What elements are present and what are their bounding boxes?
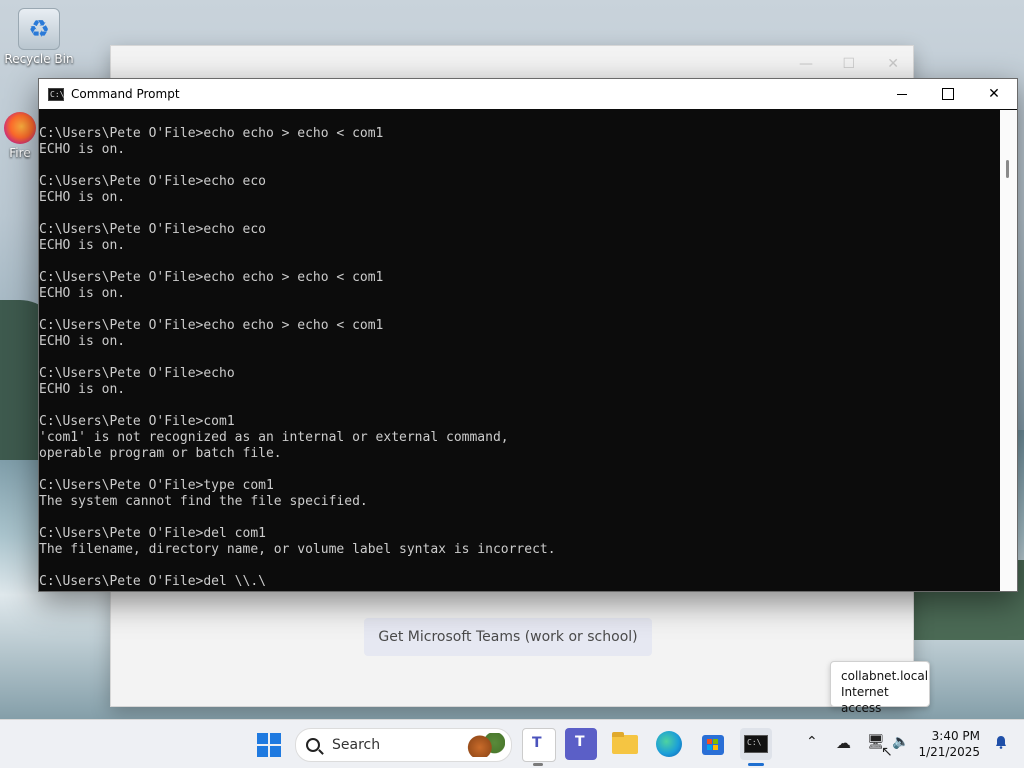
- teams-work-icon[interactable]: T: [565, 728, 597, 760]
- console-line: ECHO is on.: [39, 238, 126, 253]
- command-prompt-app-icon: C:\: [48, 87, 65, 101]
- console-line: C:\Users\Pete O'File>echo echo > echo < …: [39, 318, 384, 333]
- console-line: The system cannot find the file specifie…: [39, 494, 368, 509]
- recycle-bin-label: Recycle Bin: [4, 52, 74, 66]
- cmd-window-title: Command Prompt: [71, 87, 180, 101]
- console-line: ECHO is on.: [39, 286, 126, 301]
- vertical-scrollbar[interactable]: [1000, 110, 1017, 591]
- active-app-indicator: [748, 763, 764, 766]
- console-line: The filename, directory name, or volume …: [39, 542, 556, 557]
- cmd-title-bar[interactable]: C:\ Command Prompt ✕: [39, 79, 1017, 109]
- console-line: ECHO is on.: [39, 142, 126, 157]
- file-explorer-icon[interactable]: [609, 728, 641, 760]
- scrollbar-thumb[interactable]: [1006, 160, 1009, 178]
- windows-logo-tile: [257, 746, 268, 757]
- search-icon: [306, 738, 320, 752]
- taskbar: Search T T C:\ ⌃ ☁ 🖥 🔈 ↖ 3:40 PM 1/21/20…: [0, 719, 1024, 768]
- close-button[interactable]: ✕: [971, 79, 1017, 109]
- console-line: ECHO is on.: [39, 334, 126, 349]
- console-line: C:\Users\Pete O'File>com1: [39, 414, 235, 429]
- network-tooltip: collabnet.local Internet access: [830, 661, 930, 715]
- tooltip-network-status: Internet access: [841, 685, 889, 715]
- console-line: C:\Users\Pete O'File>echo: [39, 366, 235, 381]
- command-prompt-icon[interactable]: C:\: [740, 728, 772, 760]
- close-icon: ✕: [988, 86, 1000, 102]
- mouse-cursor-icon: ↖: [881, 744, 893, 760]
- desktop-icon-recycle-bin[interactable]: Recycle Bin: [1, 8, 77, 66]
- get-teams-button[interactable]: Get Microsoft Teams (work or school): [364, 618, 652, 656]
- console-line: C:\Users\Pete O'File>echo eco: [39, 174, 266, 189]
- teams-chat-icon[interactable]: T: [522, 728, 556, 762]
- search-label: Search: [332, 737, 381, 753]
- bg-minimize-icon[interactable]: —: [799, 56, 813, 72]
- maximize-icon: [942, 88, 954, 100]
- command-prompt-window[interactable]: C:\ Command Prompt ✕ C:\Users\Pete O'Fil…: [38, 78, 1018, 592]
- edge-icon[interactable]: [653, 728, 685, 760]
- console-line: ECHO is on.: [39, 190, 126, 205]
- console-line: C:\Users\Pete O'File>type com1: [39, 478, 274, 493]
- start-button[interactable]: [254, 728, 286, 760]
- store-icon[interactable]: [697, 728, 729, 760]
- console-line: C:\Users\Pete O'File>echo echo > echo < …: [39, 126, 384, 141]
- console-output[interactable]: C:\Users\Pete O'File>echo echo > echo < …: [39, 110, 999, 591]
- maximize-button[interactable]: [925, 79, 971, 109]
- clock-time: 3:40 PM: [931, 729, 980, 743]
- windows-logo-tile: [270, 746, 281, 757]
- windows-logo-icon: [257, 733, 268, 744]
- search-highlight-icon: [463, 733, 505, 757]
- recycle-bin-icon: [18, 8, 60, 50]
- console-line: 'com1' is not recognized as an internal …: [39, 430, 509, 445]
- chevron-up-icon[interactable]: ⌃: [806, 734, 818, 750]
- onedrive-offline-icon[interactable]: ☁: [836, 734, 851, 752]
- console-line: operable program or batch file.: [39, 446, 282, 461]
- notification-bell-icon[interactable]: [994, 735, 1008, 749]
- console-line: C:\Users\Pete O'File>del com1: [39, 526, 266, 541]
- minimize-button[interactable]: [879, 79, 925, 109]
- clock-date: 1/21/2025: [918, 745, 980, 759]
- taskbar-clock[interactable]: 3:40 PM 1/21/2025: [916, 728, 980, 760]
- console-line: ECHO is on.: [39, 382, 126, 397]
- bg-maximize-icon[interactable]: ☐: [842, 56, 855, 72]
- windows-logo-tile: [270, 733, 281, 744]
- taskbar-search[interactable]: Search: [295, 728, 512, 762]
- running-indicator: [533, 763, 543, 766]
- volume-icon[interactable]: 🔈: [892, 734, 909, 750]
- firefox-label: Fire: [9, 146, 31, 160]
- tooltip-network-name: collabnet.local: [841, 669, 929, 683]
- firefox-icon: [4, 112, 36, 144]
- bg-close-icon[interactable]: ✕: [887, 56, 899, 72]
- console-line: C:\Users\Pete O'File>echo eco: [39, 222, 266, 237]
- desktop-icon-firefox[interactable]: Fire: [0, 112, 40, 160]
- minimize-icon: [897, 93, 907, 95]
- console-line: C:\Users\Pete O'File>del \\.\: [39, 574, 266, 589]
- console-line: C:\Users\Pete O'File>echo echo > echo < …: [39, 270, 384, 285]
